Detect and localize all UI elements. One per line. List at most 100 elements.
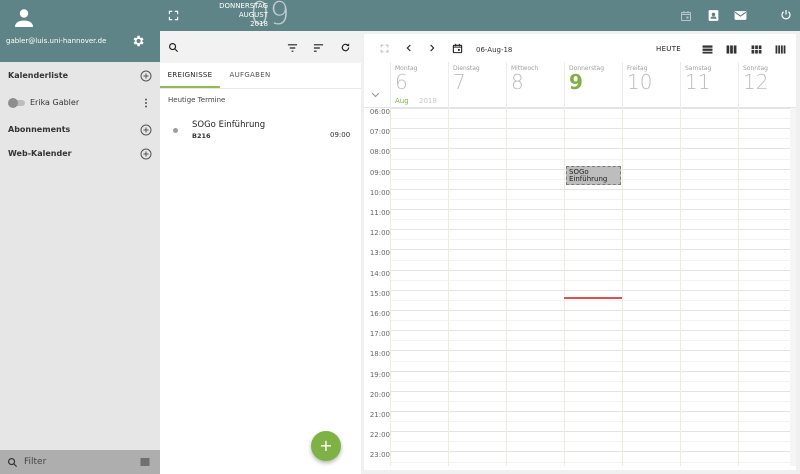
hour-line <box>390 411 796 412</box>
half-hour-line <box>390 239 796 241</box>
hour-line <box>390 148 796 150</box>
day-header-donnerstag[interactable]: Donnerstag 9 <box>564 62 622 108</box>
hour-line <box>390 108 796 109</box>
web-calendar-section: Web-Kalender <box>0 144 160 164</box>
half-hour-line <box>390 400 796 402</box>
day-column-divider <box>448 108 449 466</box>
filter-input[interactable] <box>24 455 129 469</box>
calendar-item-erika[interactable]: Erika Gabler <box>0 93 160 113</box>
hour-label: 20:00 <box>369 390 390 399</box>
day-column-divider <box>622 108 623 466</box>
more-vert-icon[interactable] <box>140 97 152 109</box>
hour-line <box>390 330 796 332</box>
event-time: 09:00 <box>330 131 351 139</box>
user-avatar-icon[interactable] <box>12 6 36 30</box>
chevron-down-icon[interactable] <box>371 92 380 98</box>
hour-label: 12:00 <box>369 229 390 238</box>
day-column-divider <box>390 108 391 466</box>
calendar-week-view: 06-Aug-18 HEUTE Montag 6 Aug 2018 Dienstag 7 M… <box>364 34 796 470</box>
sidebar: gabler@luis.uni-hannover.de Kalenderlist… <box>0 0 160 474</box>
week-view-icon[interactable] <box>726 45 737 54</box>
half-hour-line <box>390 279 796 281</box>
hour-label: 06:00 <box>369 108 390 116</box>
calendar-event[interactable]: SOGo Einführung <box>566 166 621 185</box>
day-view-icon[interactable] <box>702 45 713 54</box>
gear-icon[interactable] <box>131 34 145 48</box>
date-picker-icon[interactable] <box>452 43 463 54</box>
divider <box>160 88 361 89</box>
list-icon[interactable] <box>139 456 151 468</box>
hour-label: 17:00 <box>369 330 390 339</box>
year-label: 2018 <box>419 97 437 105</box>
calendar-list-section: Kalenderliste <box>0 66 160 86</box>
multi-column-view-icon[interactable] <box>775 45 786 54</box>
top-bar: DONNERSTAG AUGUST 2018 09 <box>160 0 800 32</box>
half-hour-line <box>390 158 796 160</box>
expand-icon <box>380 44 389 53</box>
search-icon[interactable] <box>168 42 179 53</box>
current-date-label: 06-Aug-18 <box>476 46 513 54</box>
mail-icon[interactable] <box>734 10 747 21</box>
today-button[interactable]: HEUTE <box>656 45 681 53</box>
search-icon <box>8 458 18 468</box>
add-calendar-icon[interactable] <box>140 70 152 82</box>
day-header-number: 10 <box>627 70 653 94</box>
tab-tasks[interactable]: AUFGABEN <box>222 63 278 88</box>
hour-label: 13:00 <box>369 249 390 258</box>
subscriptions-label: Abonnements <box>8 125 71 134</box>
calendar-toggle[interactable] <box>8 98 26 108</box>
day-header-freitag[interactable]: Freitag 10 <box>622 62 680 108</box>
half-hour-line <box>390 461 796 463</box>
half-hour-line <box>390 360 796 362</box>
power-icon[interactable] <box>780 9 792 21</box>
hour-label: 15:00 <box>369 289 390 298</box>
calendar-toolbar: 06-Aug-18 HEUTE <box>364 34 796 62</box>
user-header: gabler@luis.uni-hannover.de <box>0 0 160 62</box>
day-header-sonntag[interactable]: Sonntag 12 <box>738 62 796 108</box>
refresh-icon[interactable] <box>340 42 351 53</box>
day-header-samstag[interactable]: Samstag 11 <box>680 62 738 108</box>
day-header-number: 12 <box>743 70 769 94</box>
hour-line <box>390 229 796 231</box>
month-view-icon[interactable] <box>751 45 762 54</box>
chevron-right-icon[interactable] <box>428 44 436 52</box>
fullscreen-icon[interactable] <box>168 10 179 21</box>
half-hour-line <box>390 259 796 261</box>
contacts-icon[interactable] <box>707 9 720 22</box>
web-calendar-label: Web-Kalender <box>8 149 72 158</box>
chevron-left-icon[interactable] <box>405 44 413 52</box>
hour-label: 09:00 <box>369 168 390 177</box>
event-list-item[interactable]: SOGo Einführung B216 09:00 <box>160 113 361 145</box>
time-grid[interactable]: 06:00 07:00 08:00 09:00 10:00 11:00 12:00 13:00… <box>364 108 796 466</box>
hour-label: 23:00 <box>369 451 390 460</box>
half-hour-line <box>390 421 796 423</box>
half-hour-line <box>390 219 796 221</box>
add-event-button[interactable]: + <box>311 431 341 461</box>
hour-line <box>390 289 796 291</box>
tab-events[interactable]: EREIGNISSE <box>160 63 220 88</box>
day-header-montag[interactable]: Montag 6 Aug 2018 <box>390 62 448 108</box>
day-header-dienstag[interactable]: Dienstag 7 <box>448 62 506 108</box>
event-calendar-dot <box>173 128 178 133</box>
half-hour-line <box>390 299 796 301</box>
hour-label: 14:00 <box>369 269 390 278</box>
day-header-number: 9 <box>569 70 583 94</box>
hour-line <box>390 188 796 190</box>
half-hour-line <box>390 340 796 342</box>
hour-line <box>390 451 796 453</box>
month-label: Aug <box>395 97 409 105</box>
hour-line <box>390 390 796 392</box>
add-subscription-icon[interactable] <box>140 124 152 136</box>
filter-bar <box>0 450 160 474</box>
sort-icon[interactable] <box>313 43 324 53</box>
scrollbar[interactable] <box>790 108 796 466</box>
half-hour-line <box>390 320 796 322</box>
filter-icon[interactable] <box>287 43 298 53</box>
event-location: B216 <box>192 132 211 140</box>
day-header-mittwoch[interactable]: Mittwoch 8 <box>506 62 564 108</box>
calendar-icon[interactable] <box>680 10 692 22</box>
week-header: Montag 6 Aug 2018 Dienstag 7 Mittwoch 8 Donnerst… <box>364 62 796 108</box>
day-header-number: 11 <box>685 70 711 94</box>
calendar-item-label: Erika Gabler <box>30 98 80 107</box>
add-web-calendar-icon[interactable] <box>140 148 152 160</box>
